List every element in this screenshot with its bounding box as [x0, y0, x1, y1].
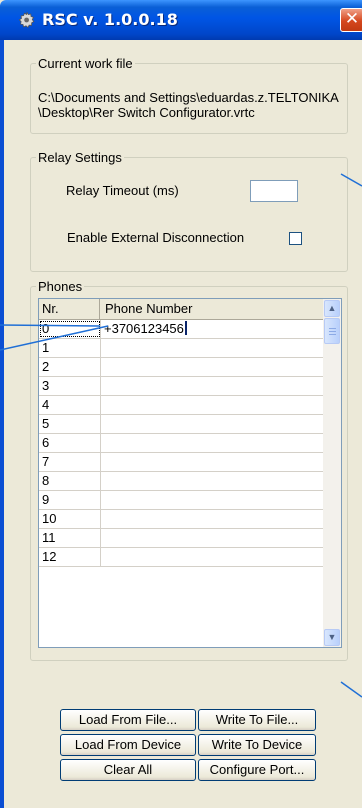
row-number: 4	[39, 396, 101, 414]
row-number: 5	[39, 415, 101, 433]
table-row[interactable]: 6	[39, 434, 323, 453]
gear-icon	[18, 11, 35, 29]
table-row[interactable]: 12	[39, 548, 323, 567]
phone-number-cell[interactable]	[101, 510, 323, 528]
table-row[interactable]: 5	[39, 415, 323, 434]
phone-number-cell[interactable]: +3706123456	[101, 320, 323, 338]
phone-number-cell[interactable]	[101, 491, 323, 509]
row-number: 3	[39, 377, 101, 395]
row-number: 9	[39, 491, 101, 509]
write-to-device-button[interactable]: Write To Device	[198, 734, 316, 756]
table-row[interactable]: 10	[39, 510, 323, 529]
window-title: RSC v. 1.0.0.18	[42, 10, 178, 29]
configure-port-button[interactable]: Configure Port...	[198, 759, 316, 781]
table-row[interactable]: 4	[39, 396, 323, 415]
phones-grid[interactable]: Nr. Phone Number 0 +3706123456 1 2 3 4 5…	[38, 298, 342, 648]
rsc-window: RSC v. 1.0.0.18 ✕ Current work file C:\D…	[0, 0, 362, 808]
arrow-up-icon: ▲	[327, 303, 337, 313]
column-header-nr[interactable]: Nr.	[39, 299, 100, 319]
phone-number-cell[interactable]	[101, 434, 323, 452]
phone-number-cell[interactable]	[101, 377, 323, 395]
row-number: 8	[39, 472, 101, 490]
phone-number-text: +3706123456	[104, 321, 184, 336]
group-legend: Relay Settings	[38, 150, 122, 165]
scroll-down-button[interactable]: ▼	[324, 629, 340, 646]
row-number: 7	[39, 453, 101, 471]
scroll-up-button[interactable]: ▲	[324, 300, 340, 317]
external-disconnection-checkbox[interactable]	[289, 232, 302, 245]
close-icon: ✕	[344, 9, 360, 29]
grid-header: Nr. Phone Number	[39, 299, 323, 320]
phone-number-cell[interactable]	[101, 472, 323, 490]
table-row[interactable]: 1	[39, 339, 323, 358]
load-from-device-button[interactable]: Load From Device	[60, 734, 196, 756]
table-row[interactable]: 2	[39, 358, 323, 377]
grid-rows: 0 +3706123456 1 2 3 4 5 6 7 8 9 10 11 12	[39, 320, 323, 567]
close-button[interactable]: ✕	[340, 8, 362, 32]
load-from-file-button[interactable]: Load From File...	[60, 709, 196, 731]
vertical-scrollbar[interactable]: ▲ ▼	[323, 299, 341, 647]
title-bar[interactable]: RSC v. 1.0.0.18 ✕	[0, 0, 362, 40]
scroll-thumb[interactable]	[324, 318, 340, 344]
group-legend: Phones	[38, 279, 83, 294]
table-row[interactable]: 9	[39, 491, 323, 510]
work-file-path: C:\Documents and Settings\eduardas.z.TEL…	[38, 90, 339, 120]
phone-number-cell[interactable]	[101, 396, 323, 414]
arrow-down-icon: ▼	[327, 632, 337, 642]
table-row[interactable]: 0 +3706123456	[39, 320, 323, 339]
row-number: 12	[39, 548, 101, 566]
window-border	[0, 40, 4, 808]
row-number: 10	[39, 510, 101, 528]
write-to-file-button[interactable]: Write To File...	[198, 709, 316, 731]
table-row[interactable]: 11	[39, 529, 323, 548]
relay-settings-group: Relay Settings	[30, 150, 348, 272]
clear-all-button[interactable]: Clear All	[60, 759, 196, 781]
relay-timeout-label: Relay Timeout (ms)	[66, 183, 179, 198]
phone-number-cell[interactable]	[101, 339, 323, 357]
grip-line	[329, 334, 336, 335]
phone-number-cell[interactable]	[101, 548, 323, 566]
relay-timeout-input[interactable]	[250, 180, 298, 202]
group-legend: Current work file	[38, 56, 133, 71]
row-number: 2	[39, 358, 101, 376]
grip-line	[329, 331, 336, 332]
table-row[interactable]: 7	[39, 453, 323, 472]
row-number: 0	[39, 320, 101, 338]
phone-number-cell[interactable]	[101, 415, 323, 433]
table-row[interactable]: 8	[39, 472, 323, 491]
phone-number-cell[interactable]	[101, 453, 323, 471]
row-number: 1	[39, 339, 101, 357]
table-row[interactable]: 3	[39, 377, 323, 396]
column-header-phone-number[interactable]: Phone Number	[101, 299, 323, 319]
row-number: 11	[39, 529, 101, 547]
text-cursor	[184, 321, 187, 335]
external-disconnection-label: Enable External Disconnection	[67, 230, 245, 245]
phone-number-cell[interactable]	[101, 358, 323, 376]
row-number: 6	[39, 434, 101, 452]
grip-line	[329, 328, 336, 329]
phone-number-cell[interactable]	[101, 529, 323, 547]
